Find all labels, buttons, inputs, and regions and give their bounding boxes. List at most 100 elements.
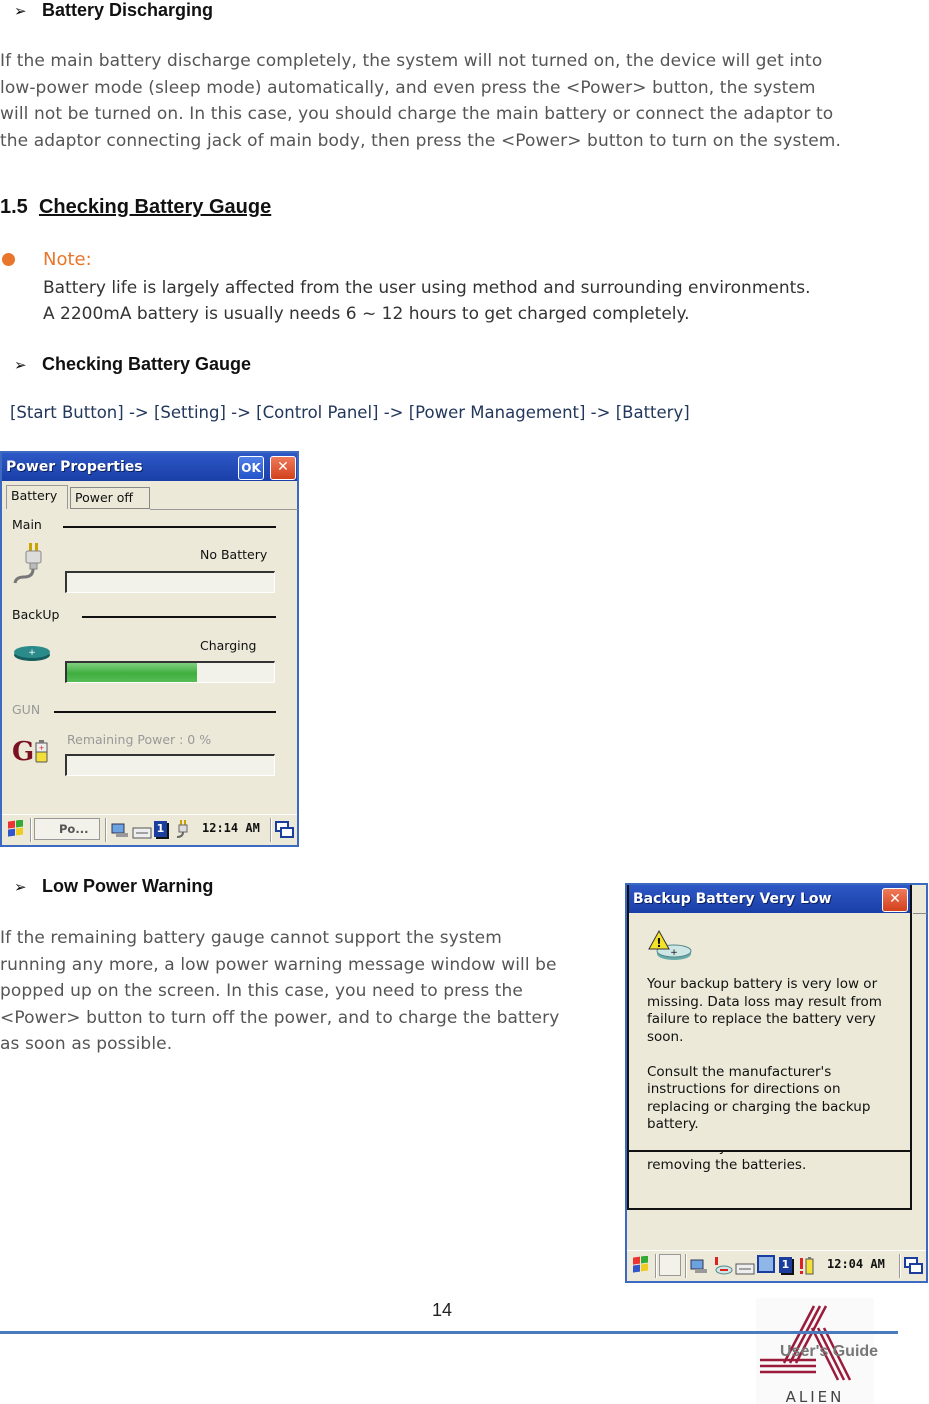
window-title: Power Properties [6,459,143,475]
paragraph-line: <Power> button to turn off the power, an… [0,1007,560,1028]
footer-rule [0,1331,898,1334]
note-line: Battery life is largely affected from th… [43,278,811,298]
input-mode-indicator[interactable]: 1 [154,821,167,837]
backup-battery-gauge [65,661,275,683]
discharging-paragraph: If the main battery discharge completely… [0,48,929,154]
close-button[interactable]: ✕ [270,456,296,480]
taskbar-task-power[interactable]: Po... [34,818,100,840]
heading-checking-gauge: ➢ Checking Battery Gauge [14,354,251,375]
heading-text: Checking Battery Gauge [42,354,252,374]
section-number: 1.5 [0,196,28,218]
paragraph-line: as soon as possible. [0,1034,173,1054]
main-label: Main [12,517,42,532]
start-windows-icon[interactable] [630,1256,652,1276]
close-button[interactable]: ✕ [882,888,908,912]
desktop-switch-icon[interactable] [904,1256,924,1276]
backup-divider [82,616,276,618]
message-line: instructions for directions on [647,1081,841,1097]
message-line: failure to replace the battery very [647,1011,876,1027]
message-line: Your backup battery is very low or [647,976,878,992]
heading-battery-discharging: ➢ Battery Discharging [14,0,213,21]
warning-dialog: Backup Battery Very Low ✕ + ! Your backu… [627,885,912,1152]
paragraph-line: low-power mode (sleep mode) automaticall… [0,77,816,98]
dialog-title-bar: Backup Battery Very Low [629,885,910,913]
taskbar-separator [899,1254,901,1278]
power-properties-window: Power Properties OK ✕ Battery Power off … [0,451,299,847]
plug-icon [13,543,42,584]
taskbar-task-button[interactable] [659,1254,681,1276]
backup-gauge-fill [67,663,198,682]
taskbar-separator [105,818,107,842]
note-text: Battery life is largely affected from th… [43,275,811,327]
message-line: soon. [647,1028,684,1045]
section-title-text: Checking Battery Gauge [38,196,272,218]
main-divider [63,526,276,528]
paragraph-line: popped up on the screen. In this case, y… [0,981,523,1001]
arrow-bullet-icon: ➢ [14,879,27,896]
paragraph-line: If the main battery discharge completely… [0,51,823,71]
section-title: 1.5 Checking Battery Gauge [0,196,271,219]
backup-status: Charging [200,638,257,653]
gun-battery-gauge [65,754,275,776]
backup-battery-alert-icon[interactable] [711,1256,733,1276]
gun-battery-icon: G + [12,737,48,765]
svg-text:+: + [28,648,36,658]
paragraph-line: will not be turned on. In this case, you… [0,104,834,124]
taskbar-separator [270,818,272,842]
heading-text: Low Power Warning [42,876,214,896]
start-windows-icon[interactable] [5,820,27,840]
low-battery-alert-icon[interactable] [799,1256,815,1276]
svg-text:!: ! [656,936,661,950]
warning-battery-icon: + ! [648,929,692,960]
message-line: replacing or charging the backup [647,1098,871,1115]
main-status: No Battery [200,547,268,562]
keyboard-icon[interactable] [132,820,152,840]
heading-low-power-warning: ➢ Low Power Warning [14,876,213,897]
main-battery-gauge [65,571,275,593]
task-label: Po... [59,822,89,836]
app-icon[interactable] [757,1255,775,1273]
message-line: battery. [647,1116,699,1132]
keyboard-icon[interactable] [735,1256,755,1276]
network-icon[interactable] [110,820,130,840]
svg-text:G: G [12,737,34,765]
behind-line: removing the batteries. [647,1156,807,1173]
paragraph-line: If the remaining battery gauge cannot su… [0,928,502,948]
note-label: Note: [43,249,92,270]
network-icon[interactable] [689,1256,709,1276]
taskbar-separator [685,1254,687,1278]
tab-power-off[interactable]: Power off [70,487,150,509]
coin-battery-icon: + [14,646,50,661]
taskbar-clock[interactable]: 12:14 AM [202,821,260,835]
tab-battery[interactable]: Battery [6,485,68,509]
low-power-paragraph: If the remaining battery gauge cannot su… [0,925,620,1058]
backup-warning-screen: to turn off your device before removing … [625,883,928,1283]
navigation-path: [Start Button] -> [Setting] -> [Control … [10,403,690,422]
gun-divider [54,711,276,713]
tab-strip-line [150,509,298,510]
input-mode-indicator[interactable]: 1 [779,1257,792,1273]
heading-text: Battery Discharging [42,0,214,20]
backup-label: BackUp [12,607,60,622]
taskbar-clock[interactable]: 12:04 AM [827,1257,885,1271]
warning-message: Your backup battery is very low or missi… [647,976,907,1134]
taskbar: 1 12:04 AM [627,1250,926,1281]
gun-status: Remaining Power : 0 % [67,732,212,747]
gun-label: GUN [12,702,41,717]
page-number: 14 [432,1300,453,1320]
paragraph-line: the adaptor connecting jack of main body… [0,130,841,151]
svg-text:+: + [670,948,678,958]
arrow-bullet-icon: ➢ [14,3,27,20]
power-plug-icon[interactable] [174,820,190,840]
note-line: A 2200mA battery is usually needs 6 ~ 12… [43,304,690,324]
note-bullet-icon [2,253,15,266]
taskbar: Po... 1 12:14 AM [2,814,297,845]
desktop-switch-icon[interactable] [275,820,295,840]
brand-text: ALIEN [786,1388,845,1404]
arrow-bullet-icon: ➢ [14,357,27,374]
taskbar-separator [655,1254,657,1278]
message-line: missing. Data loss may result from [647,993,882,1010]
background-window-edge [913,913,927,914]
svg-text:+: + [39,744,45,752]
ok-button[interactable]: OK [238,456,264,480]
